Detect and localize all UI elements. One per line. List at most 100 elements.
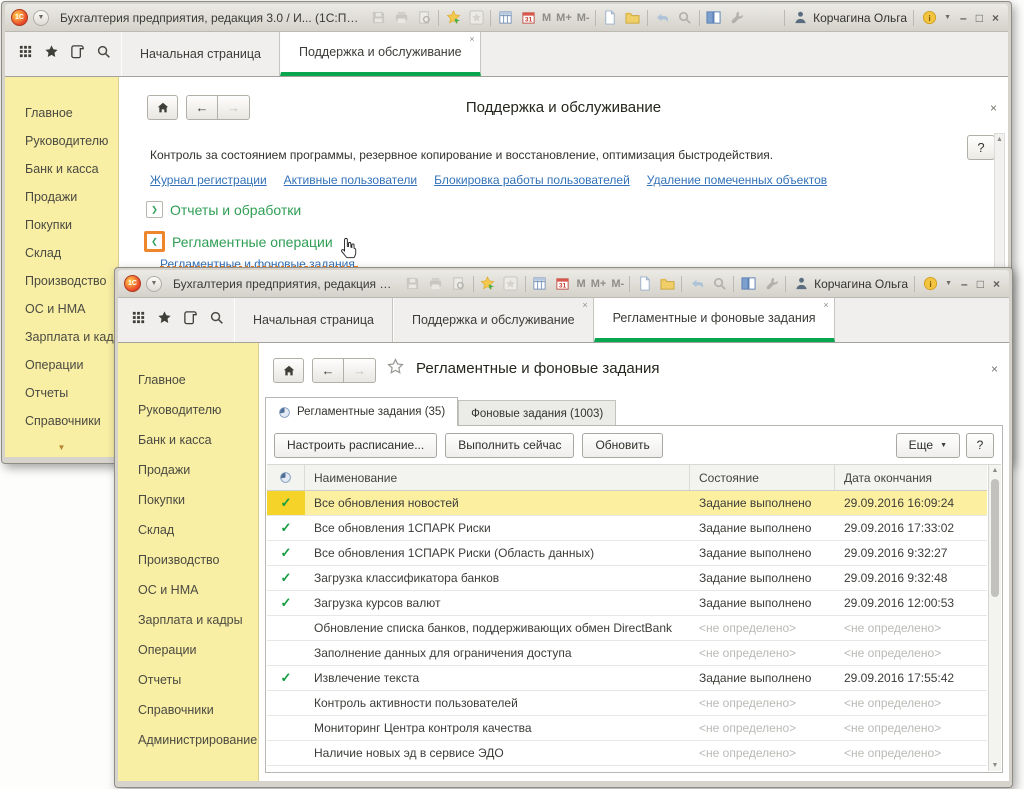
sidebar-item-reports[interactable]: Отчеты bbox=[5, 379, 118, 407]
tab-support[interactable]: Поддержка и обслуживание × bbox=[280, 32, 481, 76]
configure-schedule-button[interactable]: Настроить расписание... bbox=[274, 433, 437, 458]
sidebar-item-directories[interactable]: Справочники bbox=[118, 695, 258, 725]
maximize-button[interactable]: □ bbox=[977, 277, 984, 291]
scroll-down-icon[interactable]: ▼ bbox=[989, 762, 1001, 769]
more-button[interactable]: Еще ▼ bbox=[896, 433, 960, 458]
sidebar-item-directories[interactable]: Справочники bbox=[5, 407, 118, 435]
table-row[interactable]: Заполнение данных для ограничения доступ… bbox=[267, 641, 987, 666]
tab-home[interactable]: Начальная страница bbox=[234, 298, 393, 342]
split-view-icon[interactable] bbox=[705, 9, 723, 26]
history-icon[interactable] bbox=[183, 310, 198, 330]
global-search-icon[interactable] bbox=[209, 310, 224, 330]
minimize-button[interactable]: – bbox=[961, 277, 968, 291]
memory-m-minus-button[interactable]: M- bbox=[611, 278, 624, 290]
table-row[interactable]: Мониторинг Центра контроля качества <не … bbox=[267, 716, 987, 741]
history-icon[interactable] bbox=[70, 44, 85, 64]
refresh-button[interactable]: Обновить bbox=[582, 433, 662, 458]
save-icon[interactable] bbox=[369, 9, 387, 26]
favorites-star-icon[interactable] bbox=[44, 44, 59, 64]
print-icon[interactable] bbox=[392, 9, 410, 26]
link-active-users[interactable]: Активные пользователи bbox=[284, 173, 417, 187]
sidebar-item-purchases[interactable]: Покупки bbox=[5, 211, 118, 239]
column-name[interactable]: Наименование bbox=[305, 465, 690, 490]
user-menu[interactable]: Корчагина Ольга bbox=[791, 9, 907, 26]
memory-m-button[interactable]: M bbox=[542, 12, 551, 24]
table-row[interactable]: ✓ Загрузка курсов валют Задание выполнен… bbox=[267, 591, 987, 616]
sidebar-item-salary[interactable]: Зарплата и кадры bbox=[118, 605, 258, 635]
table-row[interactable]: Контроль активности пользователей <не оп… bbox=[267, 691, 987, 716]
open-icon[interactable] bbox=[658, 275, 676, 292]
expand-right-icon[interactable]: ❯ bbox=[146, 201, 163, 218]
save-icon[interactable] bbox=[404, 275, 422, 292]
help-button[interactable]: ? bbox=[966, 433, 994, 458]
nav-forward-button[interactable]: → bbox=[344, 358, 376, 383]
services-wrench-icon[interactable] bbox=[728, 9, 746, 26]
search-icon[interactable] bbox=[676, 9, 694, 26]
new-document-icon[interactable] bbox=[635, 275, 653, 292]
sidebar-item-bank[interactable]: Банк и касса bbox=[118, 425, 258, 455]
sidebar-item-sales[interactable]: Продажи bbox=[5, 183, 118, 211]
sidebar-item-production[interactable]: Производство bbox=[118, 545, 258, 575]
print-preview-icon[interactable] bbox=[415, 9, 433, 26]
scroll-up-icon[interactable]: ▲ bbox=[996, 136, 1003, 143]
page-close-icon[interactable]: × bbox=[991, 362, 998, 376]
page-close-icon[interactable]: × bbox=[990, 101, 997, 115]
calendar-icon[interactable] bbox=[554, 275, 572, 292]
undo-icon[interactable] bbox=[653, 9, 671, 26]
sidebar-item-bank[interactable]: Банк и касса bbox=[5, 155, 118, 183]
close-tab-icon[interactable]: × bbox=[823, 301, 828, 310]
memory-m-plus-button[interactable]: M+ bbox=[556, 12, 572, 24]
back-titlebar[interactable]: 1С ▼ Бухгалтерия предприятия, редакция 3… bbox=[5, 4, 1008, 32]
table-row[interactable]: ✓ Загрузка классификатора банков Задание… bbox=[267, 566, 987, 591]
sidebar-item-operations[interactable]: Операции bbox=[118, 635, 258, 665]
table-row[interactable]: ✓ Все обновления 1СПАРК Риски Задание вы… bbox=[267, 516, 987, 541]
tab-support[interactable]: Поддержка и обслуживание × bbox=[393, 298, 594, 342]
system-menu-icon[interactable]: ▼ bbox=[33, 10, 49, 26]
sidebar-item-purchases[interactable]: Покупки bbox=[118, 485, 258, 515]
favorite-toggle-icon[interactable] bbox=[387, 358, 404, 380]
new-document-icon[interactable] bbox=[601, 9, 619, 26]
sidebar-item-warehouse[interactable]: Склад bbox=[118, 515, 258, 545]
add-favorite-icon[interactable] bbox=[444, 9, 462, 26]
calculator-icon[interactable] bbox=[531, 275, 549, 292]
table-scrollbar[interactable]: ▲ ▼ bbox=[988, 465, 1001, 771]
sidebar-item-salary[interactable]: Зарплата и кадры bbox=[5, 323, 118, 351]
tab-scheduled-jobs[interactable]: Регламентные и фоновые задания × bbox=[594, 298, 835, 342]
front-titlebar[interactable]: 1С ▼ Бухгалтерия предприятия, редакция 3… bbox=[118, 270, 1009, 298]
sidebar-item-production[interactable]: Производство bbox=[5, 267, 118, 295]
table-row[interactable]: ✓ Все обновления 1СПАРК Риски (Область д… bbox=[267, 541, 987, 566]
close-tab-icon[interactable]: × bbox=[582, 301, 587, 310]
user-menu[interactable]: Корчагина Ольга bbox=[792, 275, 908, 292]
split-view-icon[interactable] bbox=[739, 275, 757, 292]
maximize-button[interactable]: □ bbox=[976, 11, 983, 25]
sidebar-item-manager[interactable]: Руководителю bbox=[5, 127, 118, 155]
column-state[interactable]: Состояние bbox=[690, 465, 835, 490]
services-wrench-icon[interactable] bbox=[762, 275, 780, 292]
run-now-button[interactable]: Выполнить сейчас bbox=[445, 433, 574, 458]
close-tab-icon[interactable]: × bbox=[469, 35, 474, 44]
tab-home[interactable]: Начальная страница bbox=[121, 32, 280, 76]
table-row[interactable]: ✓ Все обновления новостей Задание выполн… bbox=[267, 491, 987, 516]
sidebar-item-sales[interactable]: Продажи bbox=[118, 455, 258, 485]
open-icon[interactable] bbox=[624, 9, 642, 26]
calendar-icon[interactable] bbox=[519, 9, 537, 26]
sections-menu-icon[interactable] bbox=[131, 310, 146, 330]
info-dropdown-icon[interactable]: ▼ bbox=[945, 280, 952, 287]
sidebar-item-os-nma[interactable]: ОС и НМА bbox=[118, 575, 258, 605]
global-search-icon[interactable] bbox=[96, 44, 111, 64]
undo-icon[interactable] bbox=[687, 275, 705, 292]
favorites-star-icon[interactable] bbox=[157, 310, 172, 330]
close-button[interactable]: × bbox=[992, 11, 999, 25]
tab-background[interactable]: Фоновые задания (1003) bbox=[458, 400, 616, 426]
print-preview-icon[interactable] bbox=[450, 275, 468, 292]
section-regops[interactable]: ❮ Регламентные операции bbox=[144, 231, 333, 252]
sidebar-item-manager[interactable]: Руководителю bbox=[118, 395, 258, 425]
help-button[interactable]: ? bbox=[967, 135, 995, 160]
scroll-thumb[interactable] bbox=[991, 479, 999, 597]
scroll-up-icon[interactable]: ▲ bbox=[989, 467, 1001, 474]
sidebar-item-reports[interactable]: Отчеты bbox=[118, 665, 258, 695]
favorites-icon[interactable] bbox=[502, 275, 520, 292]
nav-back-button[interactable]: ← bbox=[312, 358, 344, 383]
1c-logo-icon[interactable]: 1С bbox=[124, 275, 141, 292]
column-date[interactable]: Дата окончания bbox=[835, 465, 987, 490]
